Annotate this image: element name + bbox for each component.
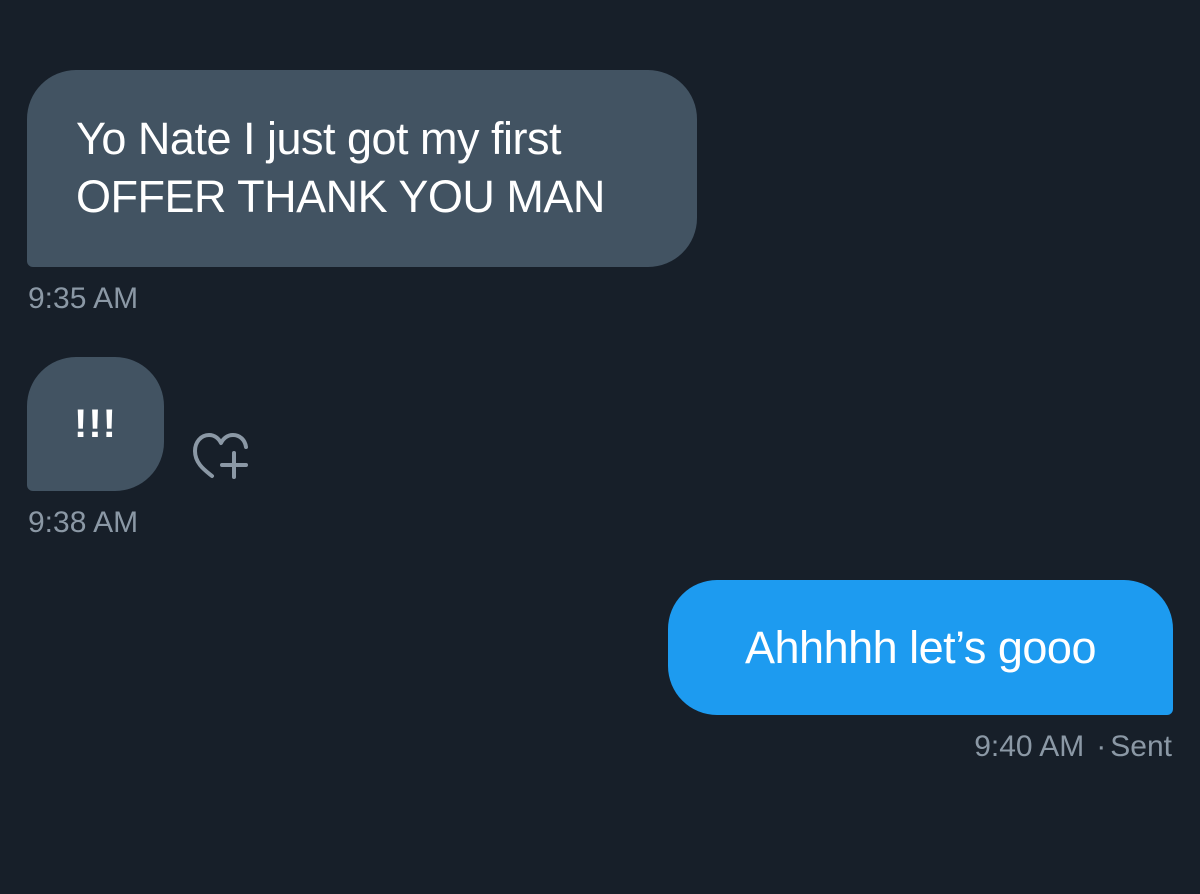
add-reaction-button[interactable]	[188, 425, 260, 485]
heart-plus-icon	[193, 433, 248, 479]
message-text-line: Yo Nate I just got my first	[76, 113, 562, 164]
message-bubble-sent[interactable]: Ahhhhh let’s gooo	[668, 580, 1173, 715]
message-meta-sent: 9:40 AM · Sent	[974, 729, 1172, 765]
message-text: Ahhhhh let’s gooo	[745, 621, 1096, 673]
message-bubble-received[interactable]: !!!	[27, 357, 164, 491]
message-bubble-received[interactable]: Yo Nate I just got my first OFFER THANK …	[27, 70, 697, 267]
message-text: !!!	[74, 402, 117, 446]
meta-separator: ·	[1096, 730, 1107, 763]
message-timestamp: 9:35 AM	[28, 282, 139, 315]
message-status: Sent	[1110, 730, 1172, 763]
message-text-line: OFFER THANK YOU MAN	[76, 171, 605, 222]
message-timestamp: 9:40 AM	[974, 730, 1085, 763]
conversation-thread: Yo Nate I just got my first OFFER THANK …	[0, 0, 1200, 894]
message-timestamp: 9:38 AM	[28, 506, 139, 539]
